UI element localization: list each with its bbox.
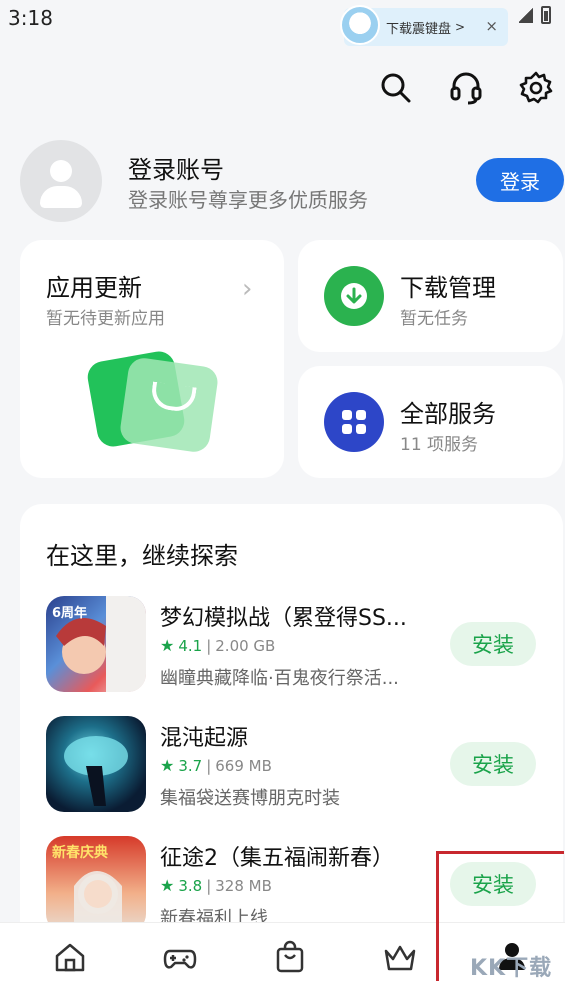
crown-icon bbox=[384, 945, 416, 971]
app-meta: ★ 4.1 | 2.00 GB bbox=[160, 636, 275, 655]
install-button[interactable]: 安装 bbox=[450, 622, 536, 666]
signal-icon bbox=[519, 7, 533, 23]
home-icon bbox=[55, 943, 85, 972]
all-services-title: 全部服务 bbox=[400, 400, 496, 428]
meta-divider: | bbox=[206, 876, 212, 895]
app-name: 混沌起源 bbox=[160, 726, 249, 751]
list-item[interactable]: 混沌起源 ★ 3.7 | 669 MB 集福袋送赛博朋克时装 安装 bbox=[46, 716, 556, 816]
app-update-subtitle: 暂无待更新应用 bbox=[46, 309, 165, 329]
promo-banner[interactable]: 下载震键盘 > × bbox=[340, 5, 508, 46]
gamepad-icon bbox=[163, 949, 197, 969]
app-name: 征途2（集五福闹新春） bbox=[160, 846, 394, 871]
mascot-avatar bbox=[340, 5, 380, 45]
shopping-bag-front-icon bbox=[118, 356, 220, 454]
bag-icon bbox=[276, 940, 304, 973]
app-rating: 4.1 bbox=[178, 636, 203, 655]
headset-icon bbox=[450, 72, 482, 105]
list-item[interactable]: 6周年 梦幻模拟战（累登得SS... ★ 4.1 | 2.00 GB 幽瞳典藏降… bbox=[46, 596, 556, 696]
status-icons bbox=[519, 6, 551, 24]
search-icon bbox=[381, 73, 411, 103]
app-icon bbox=[46, 716, 146, 812]
customer-service-button[interactable] bbox=[448, 70, 484, 106]
star-icon: ★ bbox=[160, 756, 175, 775]
avatar[interactable] bbox=[20, 140, 102, 222]
app-rating: 3.8 bbox=[178, 876, 203, 895]
download-manager-title: 下载管理 bbox=[400, 274, 496, 302]
watermark: KK下载 bbox=[470, 956, 553, 981]
chevron-right-icon: › bbox=[242, 274, 253, 304]
battery-icon bbox=[541, 6, 551, 24]
settings-button[interactable] bbox=[518, 70, 554, 106]
avatar-body bbox=[40, 186, 82, 208]
app-size: 669 MB bbox=[215, 756, 272, 775]
app-update-title: 应用更新 bbox=[46, 274, 142, 302]
download-icon bbox=[324, 266, 384, 326]
nav-ranking[interactable]: 榜单 bbox=[380, 939, 420, 979]
nav-home[interactable]: 首页 bbox=[50, 939, 90, 979]
grid-icon bbox=[324, 392, 384, 452]
all-services-subtitle: 11 项服务 bbox=[400, 435, 479, 455]
banner-close-button[interactable]: × bbox=[485, 17, 498, 35]
explore-title: 在这里，继续探索 bbox=[46, 542, 238, 570]
nav-games[interactable]: 游戏 bbox=[160, 939, 200, 979]
meta-divider: | bbox=[206, 636, 212, 655]
account-subtitle: 登录账号尊享更多优质服务 bbox=[128, 188, 368, 212]
app-badge: 新春庆典 bbox=[52, 845, 108, 861]
banner-arrow-icon: > bbox=[455, 20, 466, 34]
app-size: 328 MB bbox=[215, 876, 272, 895]
app-meta: ★ 3.8 | 328 MB bbox=[160, 876, 272, 895]
gear-icon bbox=[519, 71, 553, 104]
download-manager-subtitle: 暂无任务 bbox=[400, 309, 468, 329]
app-name: 梦幻模拟战（累登得SS... bbox=[160, 606, 407, 631]
app-update-card[interactable]: 应用更新 暂无待更新应用 › bbox=[20, 240, 284, 478]
nav-software[interactable]: 软件 bbox=[270, 939, 310, 979]
star-icon: ★ bbox=[160, 876, 175, 895]
app-meta: ★ 3.7 | 669 MB bbox=[160, 756, 272, 775]
status-time: 3:18 bbox=[8, 6, 53, 30]
app-icon: 6周年 bbox=[46, 596, 146, 692]
app-rating: 3.7 bbox=[178, 756, 203, 775]
install-button[interactable]: 安装 bbox=[450, 742, 536, 786]
star-icon: ★ bbox=[160, 636, 175, 655]
app-badge: 6周年 bbox=[52, 606, 88, 621]
search-button[interactable] bbox=[378, 70, 414, 106]
app-size: 2.00 GB bbox=[215, 636, 276, 655]
account-title[interactable]: 登录账号 bbox=[128, 150, 224, 185]
app-description: 幽瞳典藏降临·百鬼夜行祭活... bbox=[160, 668, 399, 689]
banner-text: 下载震键盘 bbox=[386, 21, 452, 37]
download-manager-card[interactable]: 下载管理 暂无任务 bbox=[298, 240, 563, 352]
app-description: 集福袋送赛博朋克时装 bbox=[160, 788, 340, 809]
all-services-card[interactable]: 全部服务 11 项服务 bbox=[298, 366, 563, 478]
login-button[interactable]: 登录 bbox=[476, 158, 564, 202]
meta-divider: | bbox=[206, 756, 212, 775]
app-icon: 新春庆典 bbox=[46, 836, 146, 932]
avatar-head bbox=[50, 160, 72, 182]
